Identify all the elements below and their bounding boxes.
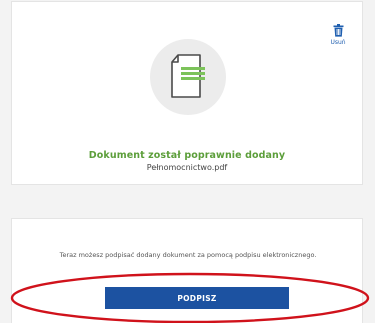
sign-button[interactable]: PODPISZ [105, 287, 289, 309]
delete-label: Usuń [330, 39, 346, 46]
file-name: Pełnomocnictwo.pdf [146, 163, 228, 172]
document-icon [171, 54, 205, 98]
upload-success-message: Dokument został poprawnie dodany [88, 150, 286, 161]
sign-document-card: Teraz możesz podpisać dodany dokument za… [11, 218, 363, 323]
delete-button[interactable]: Usuń [326, 24, 350, 46]
uploaded-document-card: Usuń Dokument został poprawnie dodany Pe… [11, 1, 363, 185]
document-icon-circle [150, 39, 226, 115]
page: Usuń Dokument został poprawnie dodany Pe… [0, 0, 375, 323]
sign-instruction-text: Teraz możesz podpisać dodany dokument za… [59, 251, 317, 259]
trash-icon [333, 24, 343, 37]
